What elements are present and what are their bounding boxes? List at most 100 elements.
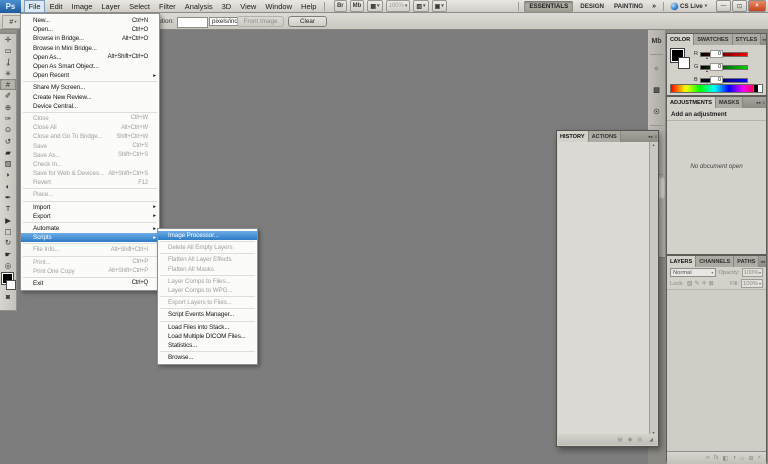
mini-bridge-panel-icon[interactable]: Mb — [648, 30, 665, 52]
menubar-item-layer[interactable]: Layer — [97, 0, 125, 13]
workspace-design[interactable]: DESIGN — [575, 0, 609, 13]
file-menu-item-open-as[interactable]: Open As...Alt+Shift+Ctrl+O — [21, 53, 159, 62]
blend-mode-select[interactable]: Normal ▾ — [670, 268, 716, 277]
healing-brush-tool[interactable]: ⊕ — [0, 102, 16, 113]
scripts-submenu-item-browse[interactable]: Browse... — [158, 353, 257, 362]
menubar-item-file[interactable]: File — [24, 0, 45, 13]
menubar-item-edit[interactable]: Edit — [45, 0, 67, 13]
history-scrollbar[interactable]: ▴ ▾ — [649, 142, 657, 435]
pen-tool[interactable]: ✒ — [0, 192, 16, 203]
quick-mask-mode-button[interactable]: ◙ — [0, 292, 16, 303]
opacity-input[interactable]: 100% ▾ — [742, 268, 763, 277]
scripts-submenu-item-delete-all-empty-layers[interactable]: Delete All Empty Layers — [158, 243, 257, 252]
minimize-button[interactable]: — — [716, 0, 731, 12]
file-menu-item-revert[interactable]: RevertF12 — [21, 178, 159, 187]
scripts-submenu-item-load-multiple-dicom-files[interactable]: Load Multiple DICOM Files... — [158, 332, 257, 341]
launch-bridge-button[interactable]: Br — [334, 0, 347, 12]
masks-panel-icon[interactable]: ▧ — [648, 79, 665, 101]
file-menu-item-share-my-screen[interactable]: Share My Screen... — [21, 83, 159, 92]
lock-position-icon[interactable]: ✛ — [702, 281, 707, 287]
fill-input[interactable]: 100% ▾ — [741, 279, 763, 288]
workspace-overflow-button[interactable]: » — [648, 3, 660, 10]
scripts-submenu-item-image-processor[interactable]: Image Processor... — [158, 231, 257, 240]
history-brush-tool[interactable]: ↺ — [0, 136, 16, 147]
file-menu-item-browse-in-mini-bridge[interactable]: Browse in Mini Bridge... — [21, 44, 159, 53]
zoom-level-button[interactable]: 100%▾ — [386, 0, 411, 12]
background-color-swatch[interactable] — [678, 57, 690, 69]
file-menu-item-save-as[interactable]: Save As...Shift+Ctrl+S — [21, 151, 159, 160]
resolution-input[interactable] — [177, 17, 208, 28]
add-layer-mask-icon[interactable]: ◧ — [723, 455, 729, 462]
layers-panel-tab-paths[interactable]: PATHS — [734, 256, 759, 267]
history-panel-tab-actions[interactable]: ACTIONS — [589, 131, 621, 142]
crop-tool[interactable]: # — [0, 79, 16, 90]
file-menu-item-check-in[interactable]: Check In... — [21, 160, 159, 169]
restore-button[interactable]: ⊡ — [732, 0, 747, 12]
file-menu-item-print-one-copy[interactable]: Print One CopyAlt+Shift+Ctrl+P — [21, 267, 159, 276]
file-menu-item-browse-in-bridge[interactable]: Browse in Bridge...Alt+Ctrl+O — [21, 34, 159, 43]
arrange-documents-button[interactable]: ▥▾ — [413, 0, 428, 12]
adjustments-panel-tab-adjustments[interactable]: ADJUSTMENTS — [667, 97, 716, 108]
file-menu-item-file-info[interactable]: File Info...Alt+Shift+Ctrl+I — [21, 245, 159, 254]
lock-image-pixels-icon[interactable]: ✎ — [695, 281, 700, 287]
quick-selection-tool[interactable]: ✳ — [0, 68, 16, 79]
slider-value-input[interactable]: 0 — [710, 76, 723, 84]
scripts-submenu-item-layer-comps-to-files[interactable]: Layer Comps to Files... — [158, 277, 257, 286]
file-menu-item-place[interactable]: Place... — [21, 190, 159, 199]
new-snapshot-icon[interactable]: ◉ — [628, 437, 633, 443]
color-panel-tab-styles[interactable]: STYLES — [733, 34, 762, 45]
delete-state-icon[interactable]: ⊟ — [638, 437, 643, 443]
slider-handle-icon[interactable]: ▴ — [706, 55, 708, 60]
delete-layer-icon[interactable]: × — [757, 455, 761, 461]
file-menu-item-device-central[interactable]: Device Central... — [21, 102, 159, 111]
history-panel-tab-history[interactable]: HISTORY — [557, 131, 589, 142]
rectangular-marquee-tool[interactable]: ▭ — [0, 45, 16, 56]
menubar-item-3d[interactable]: 3D — [217, 0, 236, 13]
path-selection-tool[interactable]: ▶ — [0, 215, 16, 226]
file-menu-item-save-for-web-devices[interactable]: Save for Web & Devices...Alt+Shift+Ctrl+… — [21, 169, 159, 178]
lock-transparent-pixels-icon[interactable]: ▨ — [687, 281, 693, 287]
rotate-view-tool[interactable]: ↻ — [0, 237, 16, 248]
new-adjustment-layer-icon[interactable]: ◑ — [732, 455, 736, 461]
clear-button[interactable]: Clear — [288, 16, 327, 27]
black-white-swatches[interactable] — [753, 84, 763, 93]
layers-panel-tab-channels[interactable]: CHANNELS — [696, 256, 734, 267]
layers-panel-tab-layers[interactable]: LAYERS — [667, 256, 696, 267]
shape-tool[interactable]: ▢ — [0, 226, 16, 237]
layer-style-icon[interactable]: fx — [714, 455, 719, 461]
file-menu-item-print[interactable]: Print...Ctrl+P — [21, 258, 159, 267]
zoom-tool[interactable]: ◎ — [0, 260, 16, 271]
file-menu-item-open[interactable]: Open...Ctrl+O — [21, 25, 159, 34]
color-panel-tab-swatches[interactable]: SWATCHES — [694, 34, 732, 45]
3d-panel-icon[interactable]: ☉ — [648, 101, 665, 123]
link-layers-icon[interactable]: ∞ — [706, 455, 710, 461]
color-panel-tab-color[interactable]: COLOR — [667, 34, 694, 45]
screen-mode-button[interactable]: ▣▾ — [432, 0, 447, 12]
file-menu-item-open-recent[interactable]: Open Recent▸ — [21, 71, 159, 80]
slider-value-input[interactable]: 0 — [710, 63, 723, 71]
file-menu-item-automate[interactable]: Automate▸ — [21, 224, 159, 233]
menubar-item-analysis[interactable]: Analysis — [180, 0, 217, 13]
file-menu-item-create-new-review[interactable]: Create New Review... — [21, 93, 159, 102]
lasso-tool[interactable]: ʆ — [0, 57, 16, 68]
type-tool[interactable]: T — [0, 203, 16, 214]
hand-tool[interactable]: ☛ — [0, 249, 16, 260]
menubar-item-view[interactable]: View — [236, 0, 261, 13]
workspace-painting[interactable]: PAINTING — [609, 0, 648, 13]
menubar-item-window[interactable]: Window — [261, 0, 297, 13]
launch-mini-bridge-button[interactable]: Mb — [350, 0, 365, 12]
workspace-essentials[interactable]: ESSENTIALS — [524, 1, 573, 12]
adjustments-panel-tab-masks[interactable]: MASKS — [716, 97, 743, 108]
scripts-submenu-item-layer-comps-to-wpg[interactable]: Layer Comps to WPG... — [158, 286, 257, 295]
scripts-submenu-item-script-events-manager[interactable]: Script Events Manager... — [158, 310, 257, 319]
file-menu-item-scripts[interactable]: Scripts▸ — [21, 233, 159, 242]
lock-all-icon[interactable]: ⊠ — [709, 281, 714, 287]
scripts-submenu-item-export-layers-to-files[interactable]: Export Layers to Files... — [158, 298, 257, 307]
file-menu-item-export[interactable]: Export▸ — [21, 212, 159, 221]
collapse-panel-icon[interactable]: ◂◂ — [761, 34, 766, 45]
history-panel[interactable]: HISTORYACTIONS◂◂≡ ▴ ▾ ▤◉⊟◢ — [556, 130, 659, 447]
brush-tool[interactable]: ✑ — [0, 113, 16, 124]
panel-menu-icon[interactable]: ≡ — [761, 97, 766, 108]
panel-menu-icon[interactable]: ≡ — [653, 131, 658, 142]
file-menu-item-save[interactable]: SaveCtrl+S — [21, 141, 159, 150]
